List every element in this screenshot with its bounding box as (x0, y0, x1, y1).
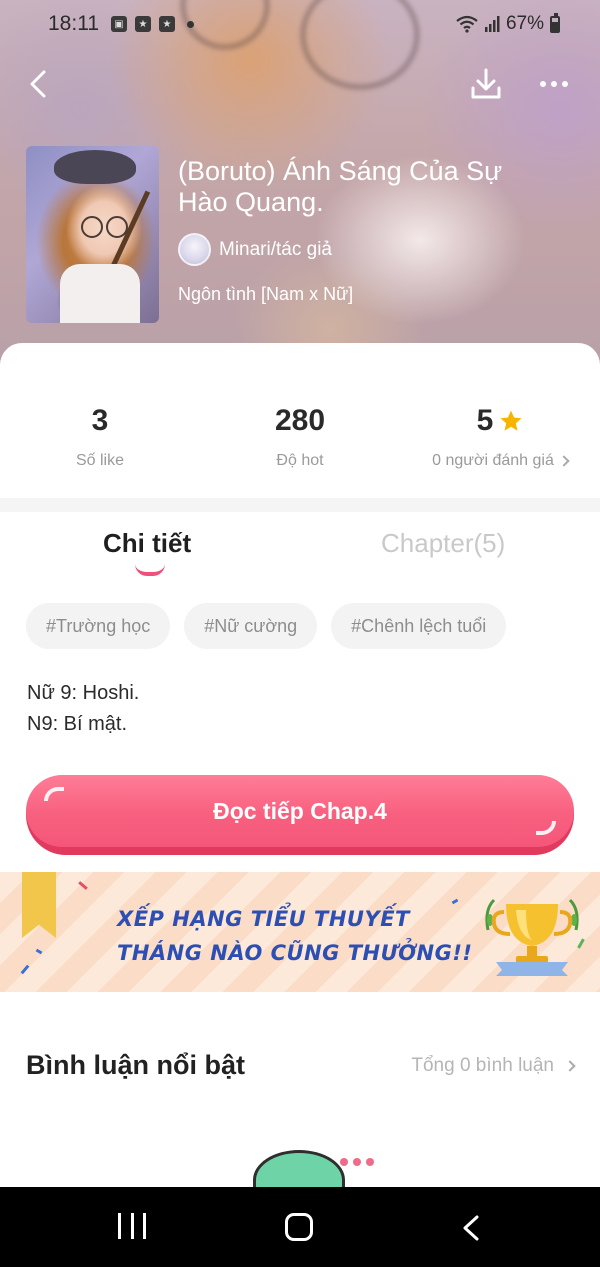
back-button[interactable] (20, 64, 56, 104)
download-button[interactable] (466, 64, 506, 104)
chevron-left-icon (30, 70, 46, 98)
app-notification-icon: ★ (135, 16, 151, 32)
battery-icon (550, 12, 560, 33)
tab-chapters[interactable]: Chapter(5) (381, 528, 505, 559)
story-cover-image[interactable] (26, 146, 159, 323)
rating-count-label: 0 người đánh giá (432, 452, 554, 469)
gallery-notification-icon: ▣ (111, 16, 127, 32)
more-dot-icon (540, 81, 546, 87)
comments-title: Bình luận nổi bật (26, 1050, 245, 1080)
description-line: Nữ 9: Hoshi. (27, 682, 140, 704)
chevron-right-icon (564, 1059, 576, 1072)
system-navigation-bar (0, 1187, 600, 1267)
recent-apps-button[interactable] (118, 1213, 146, 1241)
tag-list: #Trường học #Nữ cường #Chênh lệch tuổi (26, 603, 507, 649)
stat-likes: 3 Số like (0, 372, 200, 482)
status-bar: 18:11 ▣ ★ ★ 67% (0, 0, 600, 48)
story-title: (Boruto) Ánh Sáng Của Sự Hào Quang. (178, 156, 503, 217)
tab-bar: Chi tiết Chapter(5) (0, 514, 600, 584)
mascot-dots (340, 1158, 374, 1166)
status-time: 18:11 (48, 12, 99, 35)
download-icon (471, 68, 501, 99)
story-genre: Ngôn tình [Nam x Nữ] (178, 284, 354, 304)
likes-label: Số like (75, 452, 125, 469)
star-icon (500, 410, 522, 431)
likes-count: 3 (91, 404, 109, 437)
hot-label: Độ hot (276, 452, 324, 469)
stat-rating[interactable]: 5 0 người đánh giá (400, 372, 600, 482)
banner-line-1: XẾP HẠNG TIỂU THUYẾT (117, 907, 410, 931)
continue-reading-button[interactable]: Đọc tiếp Chap.4 (26, 775, 574, 855)
ranking-promo-banner[interactable]: XẾP HẠNG TIỂU THUYẾT THÁNG NÀO CŨNG THƯỞ… (0, 872, 600, 992)
trophy-icon (485, 898, 579, 976)
tag-chip[interactable]: #Trường học (26, 603, 171, 649)
bookmark-ribbon-icon (22, 872, 56, 938)
story-description: Nữ 9: Hoshi. N9: Bí mật. (27, 678, 139, 740)
comments-header: Bình luận nổi bật Tổng 0 bình luận (26, 1050, 576, 1081)
stat-hot: 280 Độ hot (200, 372, 400, 482)
description-line: N9: Bí mật. (27, 713, 128, 735)
battery-percent: 67% (505, 13, 544, 34)
recent-apps-icon (118, 1213, 121, 1239)
app-notification-icon-2: ★ (159, 16, 175, 32)
tag-chip[interactable]: #Nữ cường (184, 603, 318, 649)
continue-reading-label: Đọc tiếp Chap.4 (213, 797, 387, 824)
banner-line-2: THÁNG NÀO CŨNG THƯỞNG!! (117, 941, 473, 965)
section-divider (0, 498, 600, 512)
wifi-icon (456, 15, 478, 33)
signal-icon (484, 16, 500, 32)
stats-row: 3 Số like 280 Độ hot 5 0 người đánh giá (0, 372, 600, 482)
comments-total-link[interactable]: Tổng 0 bình luận (411, 1054, 576, 1077)
more-notifications-dot (187, 20, 194, 28)
chevron-right-icon (558, 455, 570, 467)
system-back-button[interactable] (460, 1215, 482, 1241)
tab-details[interactable]: Chi tiết (103, 528, 191, 559)
hot-count: 280 (274, 404, 326, 437)
rating-value: 5 (476, 404, 494, 437)
author-link[interactable]: Minari/tác giả (178, 233, 332, 266)
comments-total-label: Tổng 0 bình luận (411, 1054, 554, 1076)
more-options-button[interactable] (532, 64, 576, 104)
author-name: Minari/tác giả (219, 238, 332, 260)
active-tab-indicator (135, 564, 165, 576)
author-avatar (178, 233, 211, 266)
tag-chip[interactable]: #Chênh lệch tuổi (331, 603, 507, 649)
home-button[interactable] (285, 1213, 313, 1241)
